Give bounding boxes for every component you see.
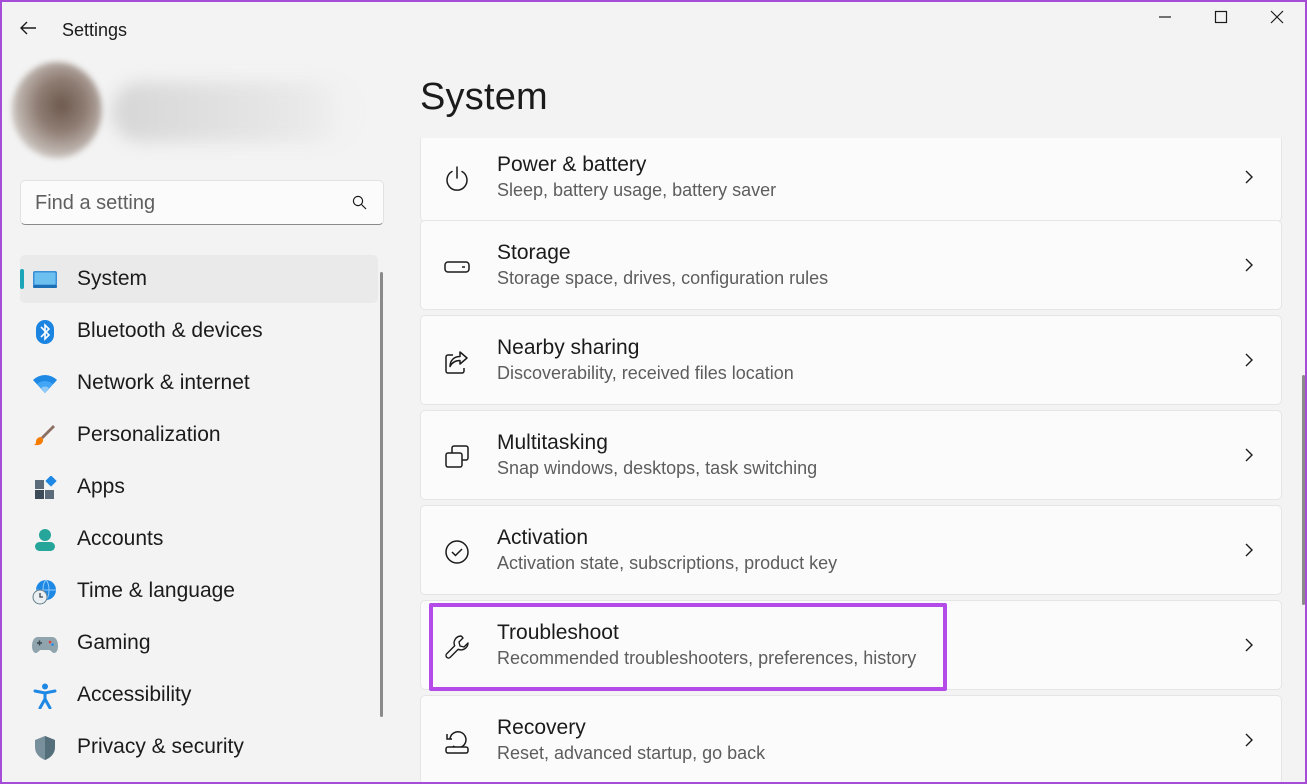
sidebar-item-label: Apps [77,475,125,498]
card-nearby-sharing[interactable]: Nearby sharing Discoverability, received… [420,315,1282,405]
sidebar-item-label: Network & internet [77,371,250,394]
sidebar-item-bluetooth[interactable]: Bluetooth & devices [20,307,378,355]
sidebar-item-accessibility[interactable]: Accessibility [20,671,378,719]
card-title: Power & battery [497,153,647,176]
sidebar-item-label: Accessibility [77,683,192,706]
gamepad-icon [32,631,58,657]
sidebar-item-label: Bluetooth & devices [77,319,263,342]
brush-icon [32,423,58,449]
recovery-icon [443,728,471,756]
sidebar-item-accounts[interactable]: Accounts [20,515,378,563]
card-title: Multitasking [497,431,608,454]
card-subtitle: Storage space, drives, configuration rul… [497,268,829,288]
chevron-right-icon [1239,350,1259,370]
chevron-right-icon [1239,167,1259,187]
sidebar-item-label: Privacy & security [77,735,244,758]
share-icon [443,348,471,376]
apps-icon [32,475,58,501]
user-profile[interactable] [12,62,372,162]
card-multitasking[interactable]: Multitasking Snap windows, desktops, tas… [420,410,1282,500]
person-icon [32,527,58,553]
card-subtitle: Activation state, subscriptions, product… [497,553,838,573]
card-subtitle: Snap windows, desktops, task switching [497,458,818,478]
card-title: Recovery [497,716,586,739]
sidebar-item-system[interactable]: System [20,255,378,303]
sidebar-item-label: Gaming [77,631,151,654]
title-bar: Settings [2,2,1305,48]
sidebar-item-network[interactable]: Network & internet [20,359,378,407]
bluetooth-icon [32,319,58,345]
profile-info-blurred [112,82,352,142]
power-icon [443,165,471,193]
card-storage[interactable]: Storage Storage space, drives, configura… [420,220,1282,310]
back-button[interactable] [12,12,44,44]
maximize-icon [1214,10,1228,24]
sidebar-item-label: Accounts [77,527,164,550]
card-subtitle: Reset, advanced startup, go back [497,743,766,763]
close-icon [1270,10,1284,24]
card-activation[interactable]: Activation Activation state, subscriptio… [420,505,1282,595]
sidebar-scrollbar[interactable] [380,272,383,717]
sidebar-item-label: Time & language [77,579,235,602]
sidebar-item-gaming[interactable]: Gaming [20,619,378,667]
page-title: System [420,76,548,118]
avatar [12,62,102,158]
chevron-right-icon [1239,730,1259,750]
sidebar-item-time-language[interactable]: Time & language [20,567,378,615]
multitasking-icon [443,443,471,471]
maximize-button[interactable] [1193,2,1249,32]
sidebar-item-personalization[interactable]: Personalization [20,411,378,459]
close-button[interactable] [1249,2,1305,32]
sidebar-item-label: Personalization [77,423,221,446]
card-subtitle: Recommended troubleshooters, preferences… [497,648,917,668]
settings-list: Power & battery Sleep, battery usage, ba… [420,138,1282,782]
card-power-battery[interactable]: Power & battery Sleep, battery usage, ba… [420,138,1282,222]
card-troubleshoot[interactable]: Troubleshoot Recommended troubleshooters… [420,600,1282,690]
wifi-icon [32,371,58,397]
sidebar-nav: System Bluetooth & devices Network & int… [20,255,378,775]
app-title: Settings [62,20,128,40]
card-subtitle: Sleep, battery usage, battery saver [497,180,777,200]
arrow-left-icon [20,21,36,35]
card-subtitle: Discoverability, received files location [497,363,794,383]
search-icon [352,195,367,210]
minimize-icon [1159,16,1171,18]
card-title: Nearby sharing [497,336,640,359]
monitor-icon [32,267,58,293]
checkmark-circle-icon [443,538,471,566]
search-box[interactable] [20,180,384,225]
chevron-right-icon [1239,635,1259,655]
globe-clock-icon [32,579,58,605]
card-recovery[interactable]: Recovery Reset, advanced startup, go bac… [420,695,1282,782]
card-title: Activation [497,526,589,549]
sidebar-item-label: System [77,267,148,290]
shield-icon [32,735,58,761]
minimize-button[interactable] [1137,2,1193,32]
accessibility-icon [32,683,58,709]
card-title: Storage [497,241,571,264]
chevron-right-icon [1239,445,1259,465]
card-title: Troubleshoot [497,621,619,644]
chevron-right-icon [1239,540,1259,560]
sidebar-item-privacy[interactable]: Privacy & security [20,723,378,771]
settings-window: Settings Find a setting System Bluetooth… [0,0,1307,784]
sidebar-item-apps[interactable]: Apps [20,463,378,511]
chevron-right-icon [1239,255,1259,275]
storage-icon [443,253,471,281]
main-scrollbar[interactable] [1302,375,1305,605]
wrench-icon [443,633,471,661]
search-input[interactable] [35,191,335,215]
